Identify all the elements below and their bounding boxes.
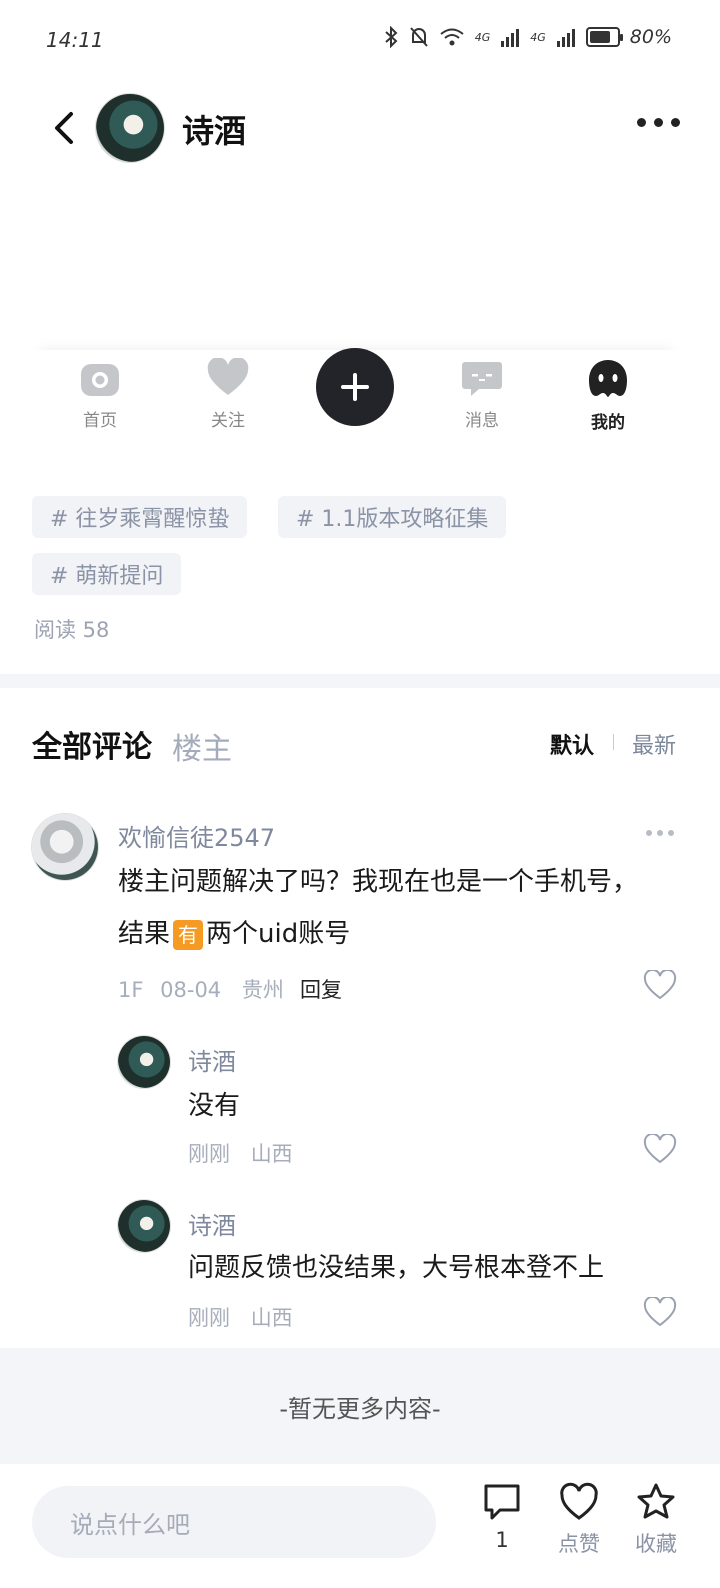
- reply-time: 刚刚: [188, 1306, 230, 1330]
- reply-meta: 刚刚 山西: [188, 1138, 293, 1168]
- camera-icon: [81, 364, 119, 396]
- comment-floor: 1F: [118, 978, 144, 1002]
- reply-avatar[interactable]: [118, 1200, 170, 1252]
- author-avatar[interactable]: [96, 94, 164, 162]
- wifi-icon: [440, 28, 464, 46]
- star-outline-icon: [637, 1483, 675, 1519]
- read-count: 阅读 58: [34, 618, 110, 642]
- tab-profile[interactable]: 我的: [558, 358, 658, 433]
- comment-text-post: 两个uid账号: [206, 919, 351, 949]
- comment-icon: [484, 1484, 520, 1520]
- favorite-label: 收藏: [635, 1532, 677, 1556]
- comments-title: 全部评论: [32, 730, 152, 765]
- signal-icon-1: [501, 29, 520, 47]
- tab-follow[interactable]: 关注: [178, 357, 278, 431]
- no-more-content: -暂无更多内容-: [0, 1348, 720, 1464]
- reply-location: 山西: [250, 1142, 293, 1166]
- bottom-action-bar: 说点什么吧 1 点赞 收藏: [0, 1464, 720, 1588]
- back-button[interactable]: [44, 104, 84, 152]
- heart-icon: [207, 357, 249, 395]
- reply-meta: 刚刚 山西: [188, 1302, 293, 1332]
- battery-icon: [585, 27, 623, 47]
- post-header: 诗酒: [0, 84, 720, 174]
- topic-tag[interactable]: # 往岁乘霄醒惊蛰: [32, 496, 248, 538]
- comment-date: 08-04: [160, 978, 222, 1002]
- more-dot: [646, 830, 652, 836]
- more-dot: [654, 118, 663, 127]
- profile-icon: [589, 360, 627, 397]
- commenter-avatar[interactable]: [32, 814, 98, 880]
- reply-user[interactable]: 诗酒: [188, 1042, 236, 1077]
- you-emoji: 有: [173, 919, 204, 950]
- like-label: 点赞: [558, 1532, 600, 1556]
- comment-count-button[interactable]: 1: [472, 1482, 532, 1552]
- topic-tag[interactable]: # 1.1版本攻略征集: [278, 496, 507, 538]
- signal-icon-2: [556, 29, 575, 47]
- like-heart-icon[interactable]: [643, 1297, 677, 1327]
- reply-time: 刚刚: [188, 1142, 230, 1166]
- reply-user[interactable]: 诗酒: [188, 1206, 236, 1241]
- more-dot: [671, 118, 680, 127]
- sort-separator: [613, 734, 614, 750]
- op-only-filter[interactable]: 楼主: [172, 724, 232, 768]
- comment-text-line2: 结果有两个uid账号: [118, 908, 678, 960]
- tab-profile-label: 我的: [591, 413, 625, 433]
- comment-count: 1: [495, 1528, 509, 1552]
- tab-follow-label: 关注: [211, 411, 245, 431]
- sort-default[interactable]: 默认: [550, 728, 594, 760]
- comment-text-line1: 楼主问题解决了吗？我现在也是一个手机号，: [118, 867, 639, 897]
- create-post-button[interactable]: [316, 348, 394, 426]
- reply-text[interactable]: 问题反馈也没结果，大号根本登不上: [188, 1242, 604, 1294]
- commenter-name[interactable]: 欢愉信徒2547: [118, 818, 275, 853]
- reply-avatar[interactable]: [118, 1036, 170, 1088]
- reply-button[interactable]: 回复: [300, 974, 342, 1004]
- tab-home-label: 首页: [83, 411, 117, 431]
- section-divider: [0, 674, 720, 688]
- favorite-button[interactable]: 收藏: [626, 1482, 686, 1558]
- sort-newest[interactable]: 最新: [632, 728, 676, 760]
- comment-input[interactable]: 说点什么吧: [32, 1486, 436, 1558]
- comment-meta: 1F 08-04 贵州: [118, 974, 284, 1004]
- network-type-2: 4G: [530, 30, 546, 44]
- status-icons: 4G 4G 80%: [383, 26, 672, 48]
- status-time: 14:11: [46, 28, 104, 52]
- heart-outline-icon: [560, 1482, 598, 1520]
- more-dot: [637, 118, 646, 127]
- status-bar: 14:11 4G 4G 80%: [0, 0, 720, 80]
- comment-text[interactable]: 楼主问题解决了吗？我现在也是一个手机号， 结果有两个uid账号: [118, 856, 678, 960]
- tab-messages[interactable]: 消息: [432, 358, 532, 431]
- author-name[interactable]: 诗酒: [182, 106, 246, 152]
- bottom-tab-bar: 首页 关注 消息 我的: [30, 336, 682, 446]
- comment-more-button[interactable]: [646, 830, 674, 836]
- network-type-1: 4G: [474, 30, 491, 44]
- message-icon: [462, 362, 502, 396]
- tab-home[interactable]: 首页: [50, 358, 150, 431]
- plus-icon: [341, 373, 369, 401]
- like-heart-icon[interactable]: [643, 1134, 677, 1164]
- battery-level: 80%: [629, 26, 672, 48]
- more-dot: [668, 830, 674, 836]
- reply-text[interactable]: 没有: [188, 1080, 240, 1132]
- like-heart-icon[interactable]: [643, 970, 677, 1000]
- comment-location: 贵州: [241, 978, 284, 1002]
- more-dot: [657, 830, 663, 836]
- topic-tag[interactable]: # 萌新提问: [32, 553, 182, 595]
- like-button[interactable]: 点赞: [549, 1482, 609, 1558]
- comment-text-pre: 结果: [118, 919, 171, 949]
- mute-bell-icon: [409, 27, 428, 47]
- bluetooth-icon: [385, 26, 398, 48]
- tab-messages-label: 消息: [465, 411, 499, 431]
- chevron-left-icon: [55, 112, 73, 144]
- reply-location: 山西: [250, 1306, 293, 1330]
- more-options-button[interactable]: [637, 118, 680, 127]
